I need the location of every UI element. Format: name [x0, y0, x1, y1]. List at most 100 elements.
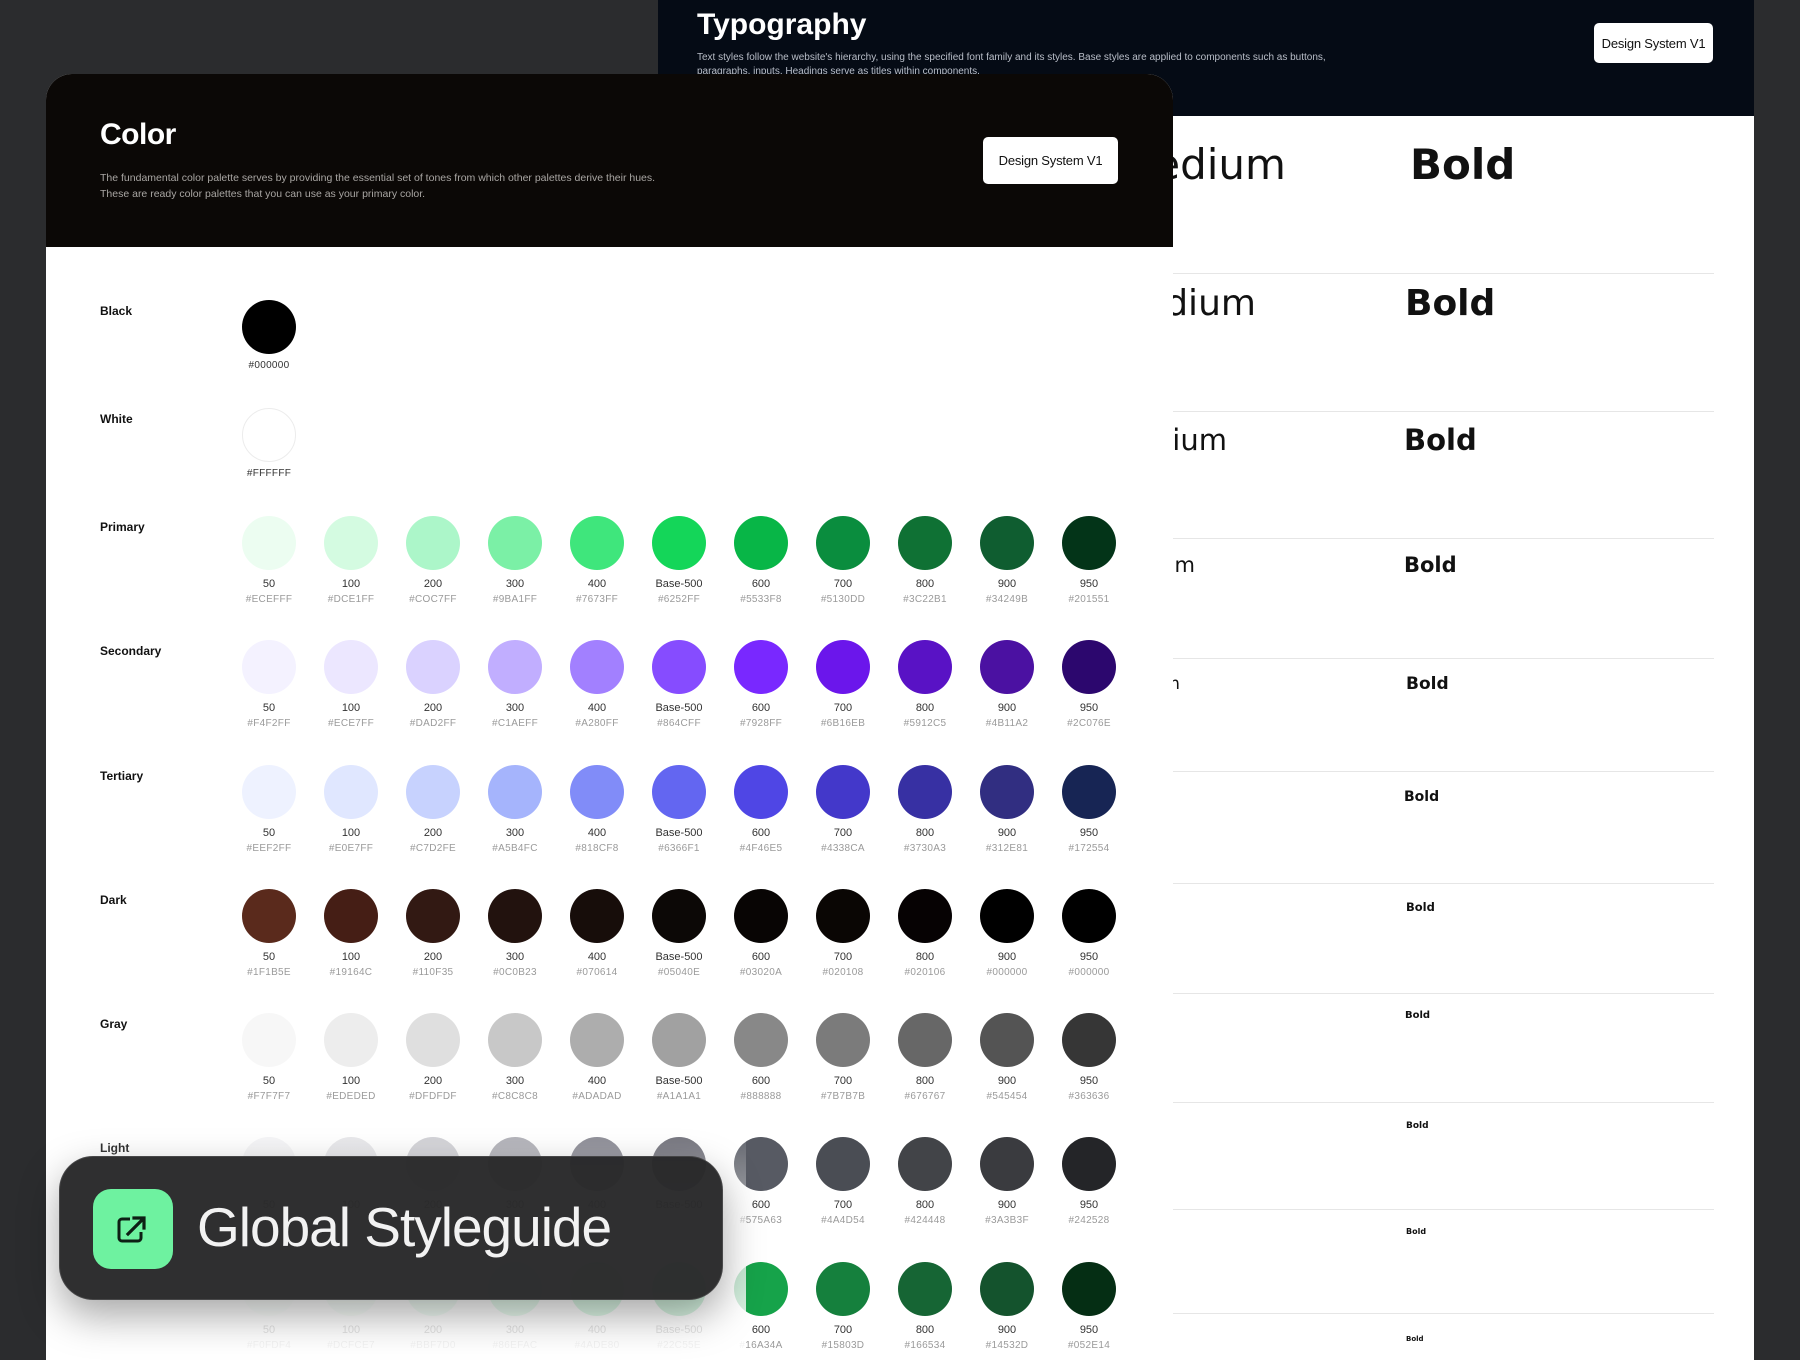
- swatch-light-700[interactable]: 700 #4A4D54: [802, 1137, 884, 1227]
- swatch-primary-950[interactable]: 950 #201551: [1048, 516, 1130, 606]
- swatch-dark-700[interactable]: 700 #020108: [802, 889, 884, 979]
- swatch-tertiary-700[interactable]: 700 #4338CA: [802, 765, 884, 855]
- type-sample-bold: Bold: [1410, 139, 1516, 189]
- swatch-dark-400[interactable]: 400 #070614: [556, 889, 638, 979]
- swatch-hex: #000000: [1068, 967, 1110, 978]
- swatch-hex: #16A34A: [739, 1340, 783, 1351]
- design-system-button[interactable]: Design System V1: [983, 137, 1118, 184]
- swatch-dark-50[interactable]: 50 #1F1B5E: [228, 889, 310, 979]
- swatch-extra-800[interactable]: 800 #166534: [884, 1262, 966, 1352]
- swatch-gray-800[interactable]: 800 #676767: [884, 1013, 966, 1103]
- swatch-dark-800[interactable]: 800 #020106: [884, 889, 966, 979]
- swatch-black[interactable]: #000000: [228, 300, 310, 372]
- swatch-gray-50[interactable]: 50 #F7F7F7: [228, 1013, 310, 1103]
- swatch-shade: 300: [505, 702, 525, 714]
- swatch-tertiary-950[interactable]: 950 #172554: [1048, 765, 1130, 855]
- color-header: Color The fundamental color palette serv…: [46, 74, 1173, 247]
- swatch-shade: Base-500: [655, 578, 703, 590]
- swatch-extra-900[interactable]: 900 #14532D: [966, 1262, 1048, 1352]
- swatch-hex: #A5B4FC: [492, 843, 538, 854]
- swatch-gray-100[interactable]: 100 #EDEDED: [310, 1013, 392, 1103]
- swatch-gray-base-500[interactable]: Base-500 #A1A1A1: [638, 1013, 720, 1103]
- swatch-secondary-400[interactable]: 400 #A280FF: [556, 640, 638, 730]
- swatch-gray-300[interactable]: 300 #C8C8C8: [474, 1013, 556, 1103]
- swatch-hex: #7B7B7B: [820, 1091, 866, 1102]
- swatch-hex: #4338CA: [821, 843, 865, 854]
- swatch-dark-950[interactable]: 950 #000000: [1048, 889, 1130, 979]
- swatch-primary-100[interactable]: 100 #DCE1FF: [310, 516, 392, 606]
- swatch-secondary-800[interactable]: 800 #5912C5: [884, 640, 966, 730]
- swatch-gray-200[interactable]: 200 #DFDFDF: [392, 1013, 474, 1103]
- swatch-hex: #9BA1FF: [492, 594, 538, 605]
- palette-label-dark: Dark: [100, 893, 127, 907]
- swatch-primary-300[interactable]: 300 #9BA1FF: [474, 516, 556, 606]
- swatch-primary-400[interactable]: 400 #7673FF: [556, 516, 638, 606]
- swatch-white[interactable]: #FFFFFF: [228, 408, 310, 480]
- swatch-gray-400[interactable]: 400 #ADADAD: [556, 1013, 638, 1103]
- swatch-secondary-100[interactable]: 100 #ECE7FF: [310, 640, 392, 730]
- swatch-primary-base-500[interactable]: Base-500 #6252FF: [638, 516, 720, 606]
- swatch-tertiary-300[interactable]: 300 #A5B4FC: [474, 765, 556, 855]
- swatch-tertiary-base-500[interactable]: Base-500 #6366F1: [638, 765, 720, 855]
- swatch-hex: #818CF8: [575, 843, 619, 854]
- swatch-circle: [324, 765, 378, 819]
- swatch-gray-700[interactable]: 700 #7B7B7B: [802, 1013, 884, 1103]
- swatch-circle: [898, 1137, 952, 1191]
- swatch-dark-base-500[interactable]: Base-500 #05040E: [638, 889, 720, 979]
- swatch-light-900[interactable]: 900 #3A3B3F: [966, 1137, 1048, 1227]
- swatch-tertiary-50[interactable]: 50 #EEF2FF: [228, 765, 310, 855]
- swatch-secondary-50[interactable]: 50 #F4F2FF: [228, 640, 310, 730]
- swatch-circle: [1062, 640, 1116, 694]
- swatch-shade: 600: [751, 702, 771, 714]
- swatch-secondary-base-500[interactable]: Base-500 #864CFF: [638, 640, 720, 730]
- swatch-gray-900[interactable]: 900 #545454: [966, 1013, 1048, 1103]
- swatch-dark-300[interactable]: 300 #0C0B23: [474, 889, 556, 979]
- swatch-extra-700[interactable]: 700 #15803D: [802, 1262, 884, 1352]
- global-styleguide-badge[interactable]: Global Styleguide: [59, 1156, 723, 1300]
- swatch-secondary-200[interactable]: 200 #DAD2FF: [392, 640, 474, 730]
- swatch-dark-100[interactable]: 100 #19164C: [310, 889, 392, 979]
- swatch-secondary-300[interactable]: 300 #C1AEFF: [474, 640, 556, 730]
- swatch-tertiary-400[interactable]: 400 #818CF8: [556, 765, 638, 855]
- swatch-shade: 200: [423, 827, 443, 839]
- swatch-tertiary-600[interactable]: 600 #4F46E5: [720, 765, 802, 855]
- swatch-shade: Base-500: [655, 951, 703, 963]
- swatch-gray-600[interactable]: 600 #888888: [720, 1013, 802, 1103]
- swatch-tertiary-200[interactable]: 200 #C7D2FE: [392, 765, 474, 855]
- swatch-hex: #03020A: [739, 967, 783, 978]
- swatch-gray-950[interactable]: 950 #363636: [1048, 1013, 1130, 1103]
- swatch-primary-800[interactable]: 800 #3C22B1: [884, 516, 966, 606]
- swatch-shade: 700: [833, 1075, 853, 1087]
- swatch-tertiary-800[interactable]: 800 #3730A3: [884, 765, 966, 855]
- swatch-shade: 700: [833, 1324, 853, 1336]
- swatch-extra-950[interactable]: 950 #052E14: [1048, 1262, 1130, 1352]
- swatch-secondary-900[interactable]: 900 #4B11A2: [966, 640, 1048, 730]
- swatch-dark-200[interactable]: 200 #110F35: [392, 889, 474, 979]
- swatch-hex: #A1A1A1: [656, 1091, 702, 1102]
- swatch-primary-50[interactable]: 50 #ECEFFF: [228, 516, 310, 606]
- swatch-circle: [1062, 1262, 1116, 1316]
- swatch-tertiary-900[interactable]: 900 #312E81: [966, 765, 1048, 855]
- swatch-secondary-950[interactable]: 950 #2C076E: [1048, 640, 1130, 730]
- swatch-light-950[interactable]: 950 #242528: [1048, 1137, 1130, 1227]
- color-description-line-1: The fundamental color palette serves by …: [100, 172, 656, 184]
- type-sample-bold: Bold: [1406, 1120, 1429, 1131]
- swatch-primary-900[interactable]: 900 #34249B: [966, 516, 1048, 606]
- swatch-dark-900[interactable]: 900 #000000: [966, 889, 1048, 979]
- swatch-extra-600[interactable]: 600 #16A34A: [720, 1262, 802, 1352]
- swatch-shade: 300: [505, 1075, 525, 1087]
- swatch-dark-600[interactable]: 600 #03020A: [720, 889, 802, 979]
- swatch-primary-700[interactable]: 700 #5130DD: [802, 516, 884, 606]
- design-system-button[interactable]: Design System V1: [1594, 23, 1713, 63]
- swatch-light-600[interactable]: 600 #575A63: [720, 1137, 802, 1227]
- color-description: The fundamental color palette serves by …: [100, 170, 750, 202]
- type-row-divider: [1173, 883, 1714, 884]
- swatch-secondary-700[interactable]: 700 #6B16EB: [802, 640, 884, 730]
- swatch-primary-600[interactable]: 600 #5533F8: [720, 516, 802, 606]
- swatch-light-800[interactable]: 800 #424448: [884, 1137, 966, 1227]
- swatch-primary-200[interactable]: 200 #COC7FF: [392, 516, 474, 606]
- swatch-secondary-600[interactable]: 600 #7928FF: [720, 640, 802, 730]
- swatch-hex: #000000: [248, 360, 290, 371]
- swatch-circle: [980, 1262, 1034, 1316]
- swatch-tertiary-100[interactable]: 100 #E0E7FF: [310, 765, 392, 855]
